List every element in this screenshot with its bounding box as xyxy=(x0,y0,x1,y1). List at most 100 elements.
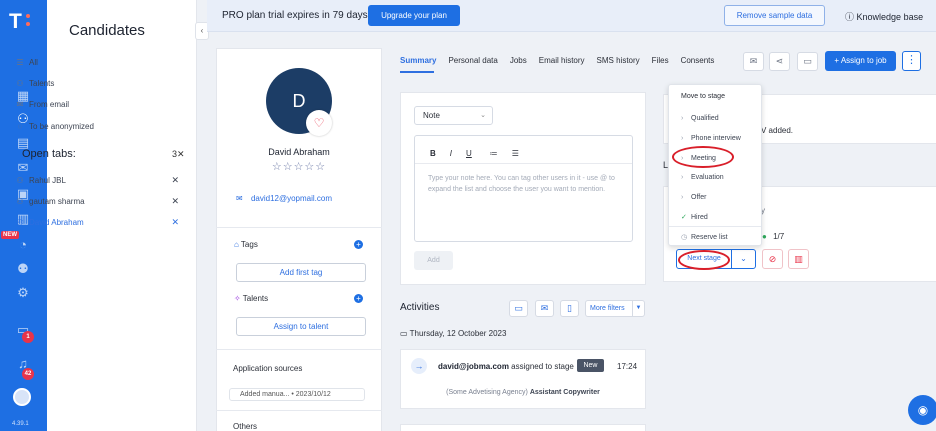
tab-consents[interactable]: Consents xyxy=(681,56,715,70)
stage-option-label: Qualified xyxy=(691,114,719,122)
logo-letter: T xyxy=(9,10,22,33)
candidates-filter-from-email[interactable]: ✉ From email xyxy=(14,97,69,111)
email-icon: ✉ xyxy=(749,56,758,66)
reject-button[interactable]: ⊘ xyxy=(762,249,783,269)
heart-icon[interactable]: ♡ xyxy=(306,110,332,136)
app-logo[interactable]: T xyxy=(9,10,37,36)
tags-label: Tags xyxy=(240,240,258,249)
trial-notice: PRO plan trial expires in 79 days xyxy=(222,10,368,21)
calendar-icon: ▭ xyxy=(400,329,408,338)
stage-progress-value: 1/7 xyxy=(773,232,785,241)
assign-to-job-button[interactable]: + Assign to job xyxy=(825,51,896,71)
stage-option-label: Offer xyxy=(691,193,707,201)
stage-option-reserve-list[interactable]: ◷ Reserve list xyxy=(681,231,728,243)
tab-summary[interactable]: Summary xyxy=(400,56,436,70)
open-tab-item[interactable]: ⚇ gautam sharma ✕ xyxy=(14,194,189,208)
add-tag-plus-icon[interactable]: + xyxy=(354,240,363,249)
ordered-list-button[interactable]: ≔ xyxy=(490,149,498,158)
talents-icon: ⚇ xyxy=(16,78,24,88)
open-tab-item-active[interactable]: ⚇ David Abraham ✕ xyxy=(14,215,189,229)
analytics-icon[interactable]: ◔ xyxy=(13,236,33,254)
user-avatar[interactable] xyxy=(13,388,31,406)
share-button[interactable]: ⋖ xyxy=(769,52,790,71)
tab-email-history[interactable]: Email history xyxy=(539,56,585,70)
note-type-select[interactable]: Note ⌄ xyxy=(414,106,493,125)
chevron-right-icon: › xyxy=(681,134,684,142)
next-stage-dropdown-toggle[interactable]: ⌄ xyxy=(731,249,756,269)
video-filter-button[interactable]: ▭ xyxy=(509,300,528,317)
stage-option-qualified[interactable]: › Qualified xyxy=(681,112,719,124)
editor-toolbar: B I U ≔ ☰ xyxy=(430,149,519,158)
tag-icon: ⌂ xyxy=(234,240,239,249)
stage-option-offer[interactable]: › Offer xyxy=(681,191,706,203)
rating-stars[interactable]: ☆☆☆☆☆ xyxy=(216,160,382,173)
stage-option-phone-interview[interactable]: › Phone interview xyxy=(681,132,741,144)
note-placeholder[interactable]: Type your note here. You can tag other u… xyxy=(428,173,628,195)
settings-icon[interactable]: ⚙ xyxy=(13,284,33,302)
more-filters-button[interactable]: More filters ▼ xyxy=(585,300,645,317)
chevron-right-icon: › xyxy=(681,114,684,122)
underline-button[interactable]: U xyxy=(466,149,472,158)
filter-label: From email xyxy=(29,99,70,109)
person-icon: ⚇ xyxy=(16,196,24,206)
candidate-email-link[interactable]: ✉ david12@yopmail.com xyxy=(236,194,332,203)
open-tab-name: David Abraham xyxy=(29,217,84,227)
add-note-button[interactable]: Add xyxy=(414,251,453,270)
schedule-button[interactable]: ▭ xyxy=(797,52,818,71)
stage-progress: ● 1/7 xyxy=(762,232,784,241)
note-type-value: Note xyxy=(423,111,440,120)
stage-option-label: Evaluation xyxy=(691,173,724,181)
activity-time: 17:24 xyxy=(617,362,638,371)
activity-job-title[interactable]: Assistant Copywriter xyxy=(530,389,600,396)
add-first-tag-button[interactable]: Add first tag xyxy=(236,263,366,282)
stage-option-hired[interactable]: ✓ Hired xyxy=(681,211,708,223)
upgrade-plan-button[interactable]: Upgrade your plan xyxy=(368,5,460,26)
assign-to-talent-button[interactable]: Assign to talent xyxy=(236,317,366,336)
close-icon[interactable]: ✕ xyxy=(171,196,179,207)
activity-action: assigned to stage xyxy=(511,362,574,371)
open-tabs-count[interactable]: 3✕ xyxy=(172,149,185,160)
candidates-filter-talents[interactable]: ⚇ Talents xyxy=(14,76,54,90)
talents-label: Talents xyxy=(242,294,269,303)
activity-user[interactable]: david@jobma.com xyxy=(438,362,509,371)
tab-personal-data[interactable]: Personal data xyxy=(448,56,497,70)
candidates-filter-anonymize[interactable]: ◌ To be anonymized xyxy=(14,119,94,133)
tab-jobs[interactable]: Jobs xyxy=(510,56,527,70)
email-icon: ✉ xyxy=(236,194,243,203)
candidates-filter-all[interactable]: ☰ All xyxy=(14,55,37,69)
stage-option-evaluation[interactable]: › Evaluation xyxy=(681,171,724,183)
send-email-button[interactable]: ✉ xyxy=(743,52,764,71)
bold-button[interactable]: B xyxy=(430,149,436,158)
close-icon[interactable]: ✕ xyxy=(171,217,179,228)
others-label: Others xyxy=(233,422,258,431)
check-icon: ● xyxy=(762,232,767,241)
document-icon: ▯ xyxy=(567,303,572,313)
close-icon[interactable]: ✕ xyxy=(171,175,179,186)
open-tab-item[interactable]: ⚇ Rahul JBL ✕ xyxy=(14,173,189,187)
add-talent-plus-icon[interactable]: + xyxy=(354,294,363,303)
person-icon: ⚇ xyxy=(16,175,24,185)
talents-icon: ✧ xyxy=(234,294,241,303)
remove-sample-data-button[interactable]: Remove sample data xyxy=(724,5,825,26)
team-icon[interactable]: ⚉ xyxy=(13,260,33,278)
clock-icon: ◷ xyxy=(681,234,688,241)
email-icon: ✉ xyxy=(540,303,549,313)
check-icon: ✓ xyxy=(681,214,687,221)
chat-support-button[interactable]: ◉ xyxy=(908,395,936,425)
open-tab-name: Rahul JBL xyxy=(29,175,66,185)
bullet-list-button[interactable]: ☰ xyxy=(512,149,519,158)
tab-files[interactable]: Files xyxy=(652,56,669,70)
application-source-chip[interactable]: Added manua... • 2023/10/12 xyxy=(229,388,365,401)
tags-section: ⌂ Tags xyxy=(234,240,258,249)
more-options-button[interactable]: ⋮ xyxy=(902,51,921,71)
tab-sms-history[interactable]: SMS history xyxy=(597,56,640,70)
knowledge-base-link[interactable]: ⓘ Knowledge base xyxy=(845,10,923,23)
application-sources-label: Application sources xyxy=(233,364,303,373)
email-filter-button[interactable]: ✉ xyxy=(535,300,554,317)
editor-divider xyxy=(415,163,632,164)
italic-button[interactable]: I xyxy=(450,149,452,158)
chat-icon: ◉ xyxy=(917,403,929,417)
delete-button[interactable]: ▥ xyxy=(788,249,809,269)
notes-filter-button[interactable]: ▯ xyxy=(560,300,579,317)
anonymize-icon: ◌ xyxy=(17,121,23,131)
